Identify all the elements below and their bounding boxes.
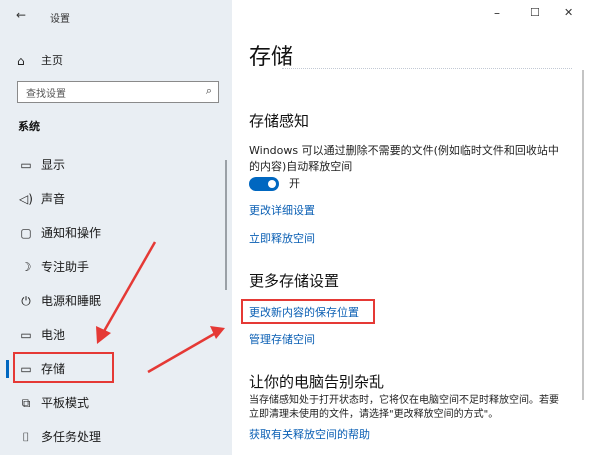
sidebar-item-multitasking[interactable]: ⌷ 多任务处理	[0, 420, 232, 454]
sidebar-item-label: 电池	[41, 328, 66, 342]
sidebar-item-label: 多任务处理	[41, 430, 102, 444]
storage-sense-toggle[interactable]	[249, 177, 279, 191]
sidebar-item-label: 显示	[41, 158, 66, 172]
sidebar-item-label: 主页	[41, 54, 63, 67]
sidebar-item-display[interactable]: ▭ 显示	[0, 148, 232, 182]
declutter-description: 当存储感知处于打开状态时，它将仅在电脑空间不足时释放空间。若要立即清理未使用的文…	[249, 395, 559, 420]
section-label: 系统	[18, 120, 40, 133]
scrolled-content-remnant	[282, 68, 572, 77]
selected-indicator	[6, 360, 9, 378]
storage-sense-heading: 存储感知	[249, 112, 310, 130]
sidebar-item-tablet[interactable]: ⧉ 平板模式	[0, 386, 232, 420]
battery-icon: ▭	[20, 328, 32, 342]
sidebar-scrollbar[interactable]	[225, 160, 227, 290]
change-details-link[interactable]: 更改详细设置	[249, 203, 315, 219]
notification-icon: ▢	[20, 226, 32, 240]
multitask-icon: ⌷	[22, 430, 30, 444]
search-box[interactable]: 查找设置 ⌕	[17, 81, 219, 103]
window-title: 设置	[50, 14, 70, 25]
save-location-highlight-box	[241, 299, 375, 324]
close-button[interactable]: ✕	[564, 6, 573, 19]
maximize-button[interactable]: ☐	[530, 6, 540, 19]
sidebar-item-label: 声音	[41, 192, 66, 206]
manage-spaces-link[interactable]: 管理存储空间	[249, 332, 315, 348]
storage-sense-description: Windows 可以通过删除不需要的文件(例如临时文件和回收站中的内容)自动释放…	[249, 144, 559, 173]
search-input[interactable]: 查找设置	[26, 85, 66, 100]
sidebar-item-sound[interactable]: ◁) 声音	[0, 182, 232, 216]
sound-icon: ◁)	[19, 192, 33, 206]
main-scrollbar[interactable]	[582, 70, 584, 400]
help-link[interactable]: 获取有关释放空间的帮助	[249, 427, 370, 443]
declutter-heading: 让你的电脑告别杂乱	[249, 373, 385, 391]
sidebar-item-label: 专注助手	[41, 260, 90, 274]
tablet-icon: ⧉	[21, 396, 31, 410]
sidebar-item-label: 平板模式	[41, 396, 90, 410]
free-space-now-link[interactable]: 立即释放空间	[249, 231, 315, 247]
power-icon: ⏻	[21, 294, 31, 308]
main-pane: – ☐ ✕ 存储 存储感知 Windows 可以通过删除不需要的文件(例如临时文…	[232, 0, 591, 455]
sidebar-item-label: 通知和操作	[41, 226, 102, 240]
sidebar-item-notifications[interactable]: ▢ 通知和操作	[0, 216, 232, 250]
sidebar-item-home[interactable]: ⌂ 主页	[0, 48, 232, 74]
sidebar-item-power[interactable]: ⏻ 电源和睡眠	[0, 284, 232, 318]
moon-icon: ☽	[20, 260, 32, 274]
search-icon[interactable]: ⌕	[206, 84, 212, 98]
sidebar-item-battery[interactable]: ▭ 电池	[0, 318, 232, 352]
display-icon: ▭	[20, 158, 32, 172]
home-icon: ⌂	[17, 54, 25, 68]
more-settings-heading: 更多存储设置	[249, 272, 340, 290]
sidebar-item-label: 电源和睡眠	[41, 294, 102, 308]
sidebar-item-focus-assist[interactable]: ☽ 专注助手	[0, 250, 232, 284]
toggle-knob	[268, 180, 276, 188]
back-icon[interactable]: ←	[16, 8, 26, 22]
minimize-button[interactable]: –	[494, 6, 500, 20]
toggle-state-label: 开	[289, 177, 300, 190]
storage-highlight-box	[13, 352, 114, 383]
sidebar: ← 设置 ⌂ 主页 查找设置 ⌕ 系统 ▭ 显示 ◁) 声音 ▢ 通知和操作 ☽…	[0, 0, 232, 455]
